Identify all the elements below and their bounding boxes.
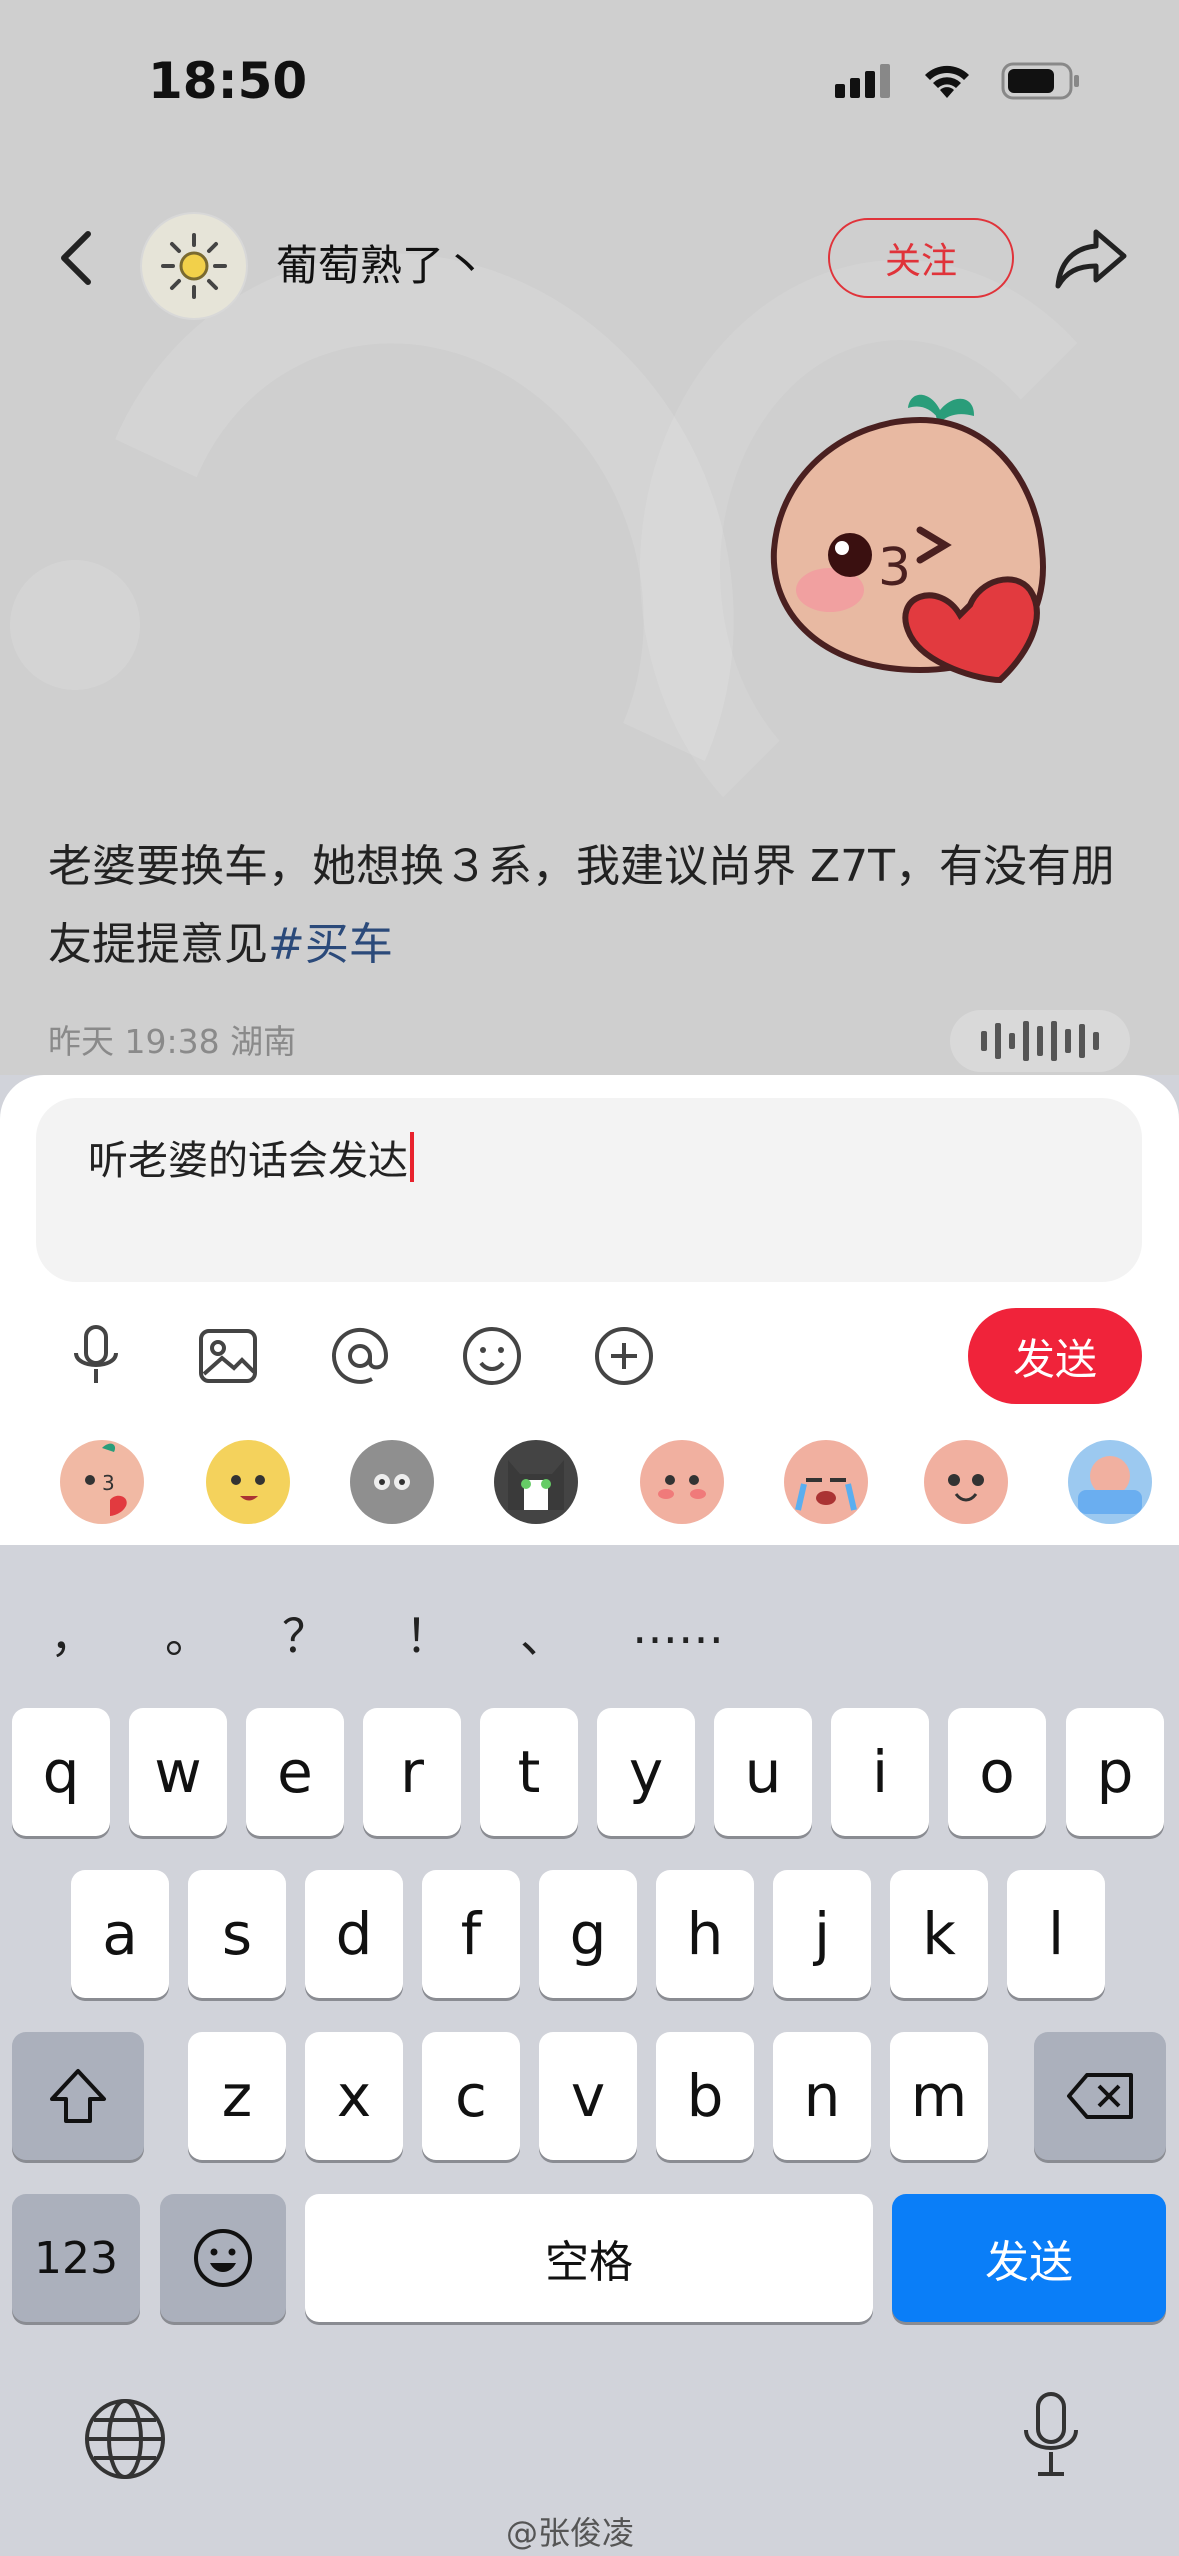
battery-icon: [1001, 62, 1079, 100]
hashtag-link[interactable]: #买车: [268, 919, 393, 970]
key-d[interactable]: d: [305, 1870, 403, 1998]
key-q[interactable]: q: [12, 1708, 110, 1836]
svg-text:3: 3: [102, 1471, 115, 1495]
dictation-microphone-icon[interactable]: [1018, 2390, 1084, 2480]
cellular-signal-icon: [835, 64, 890, 98]
sticker-gray-blob[interactable]: [350, 1440, 434, 1524]
status-time: 18:50: [148, 52, 308, 110]
punct-ellipsis[interactable]: ……: [632, 1600, 724, 1654]
key-i[interactable]: i: [831, 1708, 929, 1836]
key-h[interactable]: h: [656, 1870, 754, 1998]
sticker-happy-peach[interactable]: [924, 1440, 1008, 1524]
sticker-bath-peach[interactable]: [1068, 1440, 1152, 1524]
emoji-keyboard-key[interactable]: [160, 2194, 286, 2322]
key-s[interactable]: s: [188, 1870, 286, 1998]
key-j[interactable]: j: [773, 1870, 871, 1998]
key-e[interactable]: e: [246, 1708, 344, 1836]
key-a[interactable]: a: [71, 1870, 169, 1998]
backspace-icon: [1067, 2073, 1133, 2119]
microphone-icon[interactable]: [58, 1318, 134, 1394]
sun-icon: [161, 233, 227, 299]
emoji-icon[interactable]: [454, 1318, 530, 1394]
key-v[interactable]: v: [539, 2032, 637, 2160]
plus-icon[interactable]: [586, 1318, 662, 1394]
shift-key[interactable]: [12, 2032, 144, 2160]
sticker-cry-peach[interactable]: [784, 1440, 868, 1524]
peach-kiss-sticker: 3: [770, 394, 1046, 684]
username[interactable]: 葡萄熟了丶: [276, 232, 486, 293]
key-r[interactable]: r: [363, 1708, 461, 1836]
numbers-key[interactable]: 123: [12, 2194, 140, 2322]
send-comment-button[interactable]: 发送: [968, 1308, 1142, 1404]
backspace-key[interactable]: [1034, 2032, 1166, 2160]
watermark: @张俊凌: [506, 2514, 635, 2552]
wifi-icon: [925, 65, 969, 98]
comment-input-value: 听老婆的话会发达: [88, 1138, 408, 1184]
key-p[interactable]: p: [1066, 1708, 1164, 1836]
sticker-yellow-blob[interactable]: [206, 1440, 290, 1524]
sticker-shy-peach[interactable]: [640, 1440, 724, 1524]
punct-comma[interactable]: ，: [50, 1600, 96, 1666]
sticker-kiss-peach[interactable]: 3: [60, 1440, 144, 1524]
shift-icon: [50, 2069, 106, 2123]
back-icon[interactable]: [50, 228, 110, 288]
mention-icon[interactable]: [322, 1318, 398, 1394]
key-o[interactable]: o: [948, 1708, 1046, 1836]
key-n[interactable]: n: [773, 2032, 871, 2160]
key-y[interactable]: y: [597, 1708, 695, 1836]
space-key[interactable]: 空格: [305, 2194, 873, 2322]
background-decoration: [10, 560, 140, 690]
key-k[interactable]: k: [890, 1870, 988, 1998]
key-l[interactable]: l: [1007, 1870, 1105, 1998]
sticker-cat[interactable]: [494, 1440, 578, 1524]
text-caret: [410, 1132, 414, 1182]
punct-exclamation[interactable]: ！: [405, 1600, 451, 1666]
post-meta: 昨天 19:38 湖南: [48, 1022, 297, 1061]
key-w[interactable]: w: [129, 1708, 227, 1836]
key-c[interactable]: c: [422, 2032, 520, 2160]
key-t[interactable]: t: [480, 1708, 578, 1836]
key-z[interactable]: z: [188, 2032, 286, 2160]
emoji-icon: [194, 2229, 252, 2287]
key-u[interactable]: u: [714, 1708, 812, 1836]
punct-period[interactable]: 。: [165, 1600, 211, 1666]
post-content: 老婆要换车，她想换３系，我建议尚界 Z7T，有没有朋友提提意见#买车: [48, 828, 1118, 984]
comment-input-text[interactable]: 听老婆的话会发达: [88, 1128, 414, 1186]
key-m[interactable]: m: [890, 2032, 988, 2160]
post-text: 老婆要换车，她想换３系，我建议尚界 Z7T，有没有朋友提提意见: [48, 841, 1115, 970]
key-f[interactable]: f: [422, 1870, 520, 1998]
follow-button[interactable]: 关注: [828, 218, 1014, 298]
punct-dun[interactable]: 、: [520, 1600, 566, 1666]
key-b[interactable]: b: [656, 2032, 754, 2160]
status-icons: [835, 62, 1081, 100]
avatar[interactable]: [140, 212, 248, 320]
punct-question[interactable]: ？: [282, 1600, 328, 1666]
keyboard-send-key[interactable]: 发送: [892, 2194, 1166, 2322]
comment-input[interactable]: [36, 1098, 1142, 1282]
globe-icon[interactable]: [82, 2396, 168, 2482]
audio-wave-icon[interactable]: [950, 1010, 1130, 1072]
key-g[interactable]: g: [539, 1870, 637, 1998]
key-x[interactable]: x: [305, 2032, 403, 2160]
share-icon[interactable]: [1054, 226, 1128, 292]
image-icon[interactable]: [190, 1318, 266, 1394]
svg-text:3: 3: [878, 538, 911, 598]
